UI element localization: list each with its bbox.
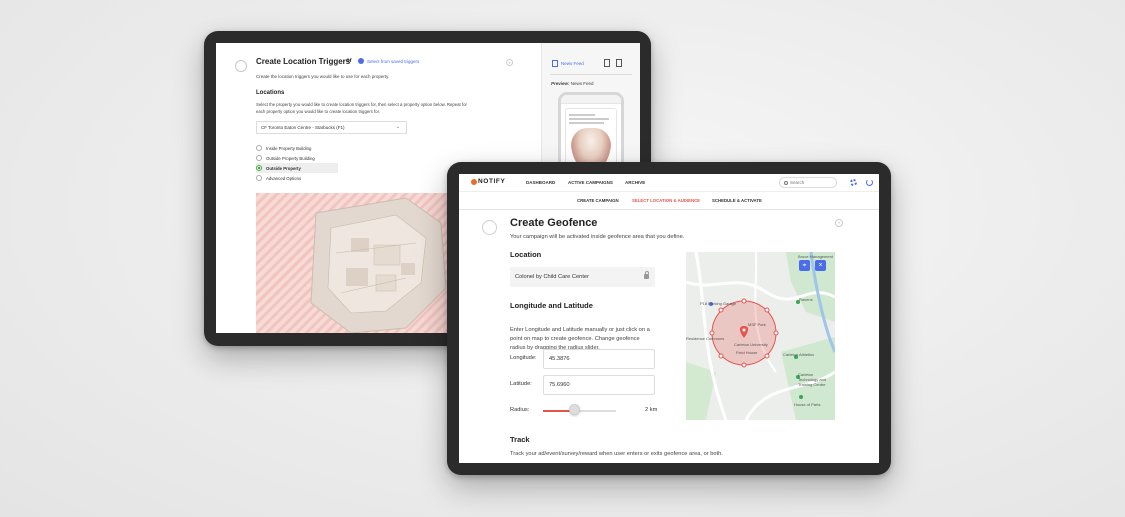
search-icon — [784, 180, 788, 185]
map-label: Carleton Athletics — [783, 352, 815, 357]
locations-description: Select the property you would like to cr… — [256, 102, 467, 114]
radio-checked-icon — [256, 165, 262, 171]
news-feed-tab[interactable]: News Feed — [552, 60, 584, 67]
track-description: Track your ad/event/survey/reward when u… — [510, 451, 723, 457]
radius-slider-thumb[interactable] — [568, 404, 580, 415]
map-label: Carleton Technology and Training Centre — [798, 372, 827, 387]
select-saved-triggers-link[interactable]: Select from saved triggers — [358, 58, 419, 64]
map-close-button-icon[interactable]: × — [815, 260, 826, 271]
page-subtitle: Create the location triggers you would l… — [256, 74, 390, 79]
map-label: Carleton University — [734, 342, 768, 347]
location-value: Colonel by Child Care Center — [515, 274, 589, 280]
radio-advanced-options[interactable]: Advanced Options — [256, 173, 338, 183]
plus-circle-icon — [358, 58, 364, 64]
page-title: Create Location Triggers — [256, 57, 351, 66]
step-create-campaign[interactable]: CREATE CAMPAIGN — [577, 198, 619, 203]
location-heading: Location — [510, 250, 542, 259]
preview-value: News Feed — [570, 81, 594, 86]
nav-archive[interactable]: ARCHIVE — [625, 180, 645, 185]
campaign-steps: CREATE CAMPAIGN SELECT LOCATION & AUDIEN… — [459, 192, 879, 210]
map-label: Residence Commons — [686, 336, 725, 341]
phone-icon — [552, 60, 558, 67]
nav-dashboard[interactable]: DASHBOARD — [526, 180, 555, 185]
latitude-label: Latitude: — [510, 381, 532, 387]
lonlat-heading: Longitude and Latitude — [510, 301, 593, 310]
radio-outside-building[interactable]: Outside Property Building — [256, 153, 338, 163]
preview-label: Preview: News Feed — [551, 81, 594, 86]
phone-small-icon[interactable] — [616, 59, 622, 67]
top-navigation: NOTIFY DASHBOARD ACTIVE CAMPAIGNS ARCHIV… — [459, 174, 879, 192]
select-saved-label: Select from saved triggers — [367, 58, 420, 64]
map-label: MSF Park — [748, 322, 766, 327]
news-feed-label: News Feed — [561, 61, 584, 66]
step-schedule-activate[interactable]: SCHEDULE & ACTIVATE — [712, 198, 762, 203]
latitude-input[interactable]: 75.6960 — [543, 375, 655, 395]
front-tablet: NOTIFY DASHBOARD ACTIVE CAMPAIGNS ARCHIV… — [447, 162, 891, 475]
phone-status-bar — [561, 95, 621, 104]
logo-text: NOTIFY — [478, 178, 506, 185]
search-input[interactable]: Search — [779, 177, 837, 188]
radius-value: 2 km — [645, 407, 658, 413]
or-label: or — [346, 58, 352, 64]
logout-icon[interactable] — [866, 179, 873, 186]
radio-circle-icon — [256, 155, 262, 161]
track-heading: Track — [510, 435, 530, 444]
sidebar-divider — [550, 74, 632, 75]
radio-circle-icon — [256, 145, 262, 151]
search-placeholder: Search — [790, 180, 805, 185]
device-toggle — [604, 59, 622, 67]
notify-logo[interactable]: NOTIFY — [471, 178, 505, 185]
map-label: House of Parts — [794, 402, 821, 407]
property-select[interactable]: CF Toronto Eaton Centre - Starbucks (F1)… — [256, 121, 407, 134]
locations-heading: Locations — [256, 90, 285, 96]
step-indicator-icon — [482, 220, 497, 235]
longitude-label: Longitude: — [510, 355, 537, 361]
map-label: Bruce Management — [798, 254, 833, 259]
geofence-map[interactable]: ⌖ × Bruce Management P18 Parking Garage … — [686, 252, 835, 420]
property-select-value: CF Toronto Eaton Centre - Starbucks (F1) — [261, 125, 345, 130]
page-title: Create Geofence — [510, 217, 598, 229]
map-label: Field House — [736, 350, 758, 355]
collapse-icon[interactable]: ˅ — [835, 219, 843, 227]
radio-label: Outside Property — [266, 165, 301, 171]
nav-active-campaigns[interactable]: ACTIVE CAMPAIGNS — [568, 180, 613, 185]
chevron-down-icon: ⌄ — [395, 124, 400, 130]
longitude-input[interactable]: 45.3876 — [543, 349, 655, 369]
map-label: Ravens — [799, 297, 813, 302]
step-select-location[interactable]: SELECT LOCATION & AUDIENCE — [632, 198, 700, 203]
preview-prefix: Preview: — [551, 81, 570, 86]
radio-circle-icon — [256, 175, 262, 181]
radio-outside-property[interactable]: Outside Property — [256, 163, 338, 173]
location-field[interactable]: Colonel by Child Care Center — [510, 267, 655, 287]
logo-dot-icon — [471, 178, 477, 185]
tablet-icon[interactable] — [604, 59, 610, 67]
collapse-icon[interactable]: ˅ — [506, 59, 513, 66]
radio-inside-property[interactable]: Inside Property Building — [256, 143, 338, 153]
radio-label: Inside Property Building — [266, 145, 312, 151]
front-screen: NOTIFY DASHBOARD ACTIVE CAMPAIGNS ARCHIV… — [459, 174, 879, 463]
radius-label: Radius: — [510, 407, 530, 413]
radio-label: Advanced Options — [266, 175, 302, 181]
lock-icon — [644, 271, 649, 279]
gear-icon[interactable] — [850, 179, 857, 186]
property-option-radios: Inside Property Building Outside Propert… — [256, 143, 338, 183]
radio-label: Outside Property Building — [266, 155, 315, 161]
page-subtitle: Your campaign will be activated inside g… — [510, 234, 685, 240]
map-label: P18 Parking Garage — [700, 301, 737, 306]
step-indicator-icon — [235, 60, 247, 72]
map-pin-button-icon[interactable]: ⌖ — [799, 260, 810, 271]
